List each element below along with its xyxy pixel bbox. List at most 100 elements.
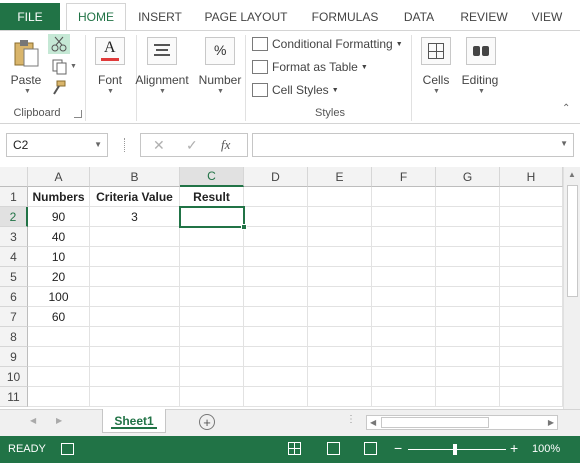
cell-e8[interactable] bbox=[308, 327, 372, 347]
column-header-selected[interactable]: C bbox=[180, 167, 244, 187]
font-button[interactable]: A Font ▼ bbox=[92, 35, 128, 99]
cell-g3[interactable] bbox=[436, 227, 500, 247]
column-header[interactable]: E bbox=[308, 167, 372, 187]
cell-a5[interactable]: 20 bbox=[28, 267, 90, 287]
cell-d1[interactable] bbox=[244, 187, 308, 207]
formula-input[interactable]: ▼ bbox=[252, 133, 574, 157]
copy-button[interactable]: ▼ bbox=[48, 57, 78, 77]
cell-a8[interactable] bbox=[28, 327, 90, 347]
column-header[interactable]: G bbox=[436, 167, 500, 187]
row-header[interactable]: 9 bbox=[0, 347, 28, 367]
conditional-formatting-button[interactable]: Conditional Formatting ▼ bbox=[252, 34, 403, 54]
cancel-icon[interactable]: ✕ bbox=[153, 137, 165, 154]
cell-d7[interactable] bbox=[244, 307, 308, 327]
cell-d5[interactable] bbox=[244, 267, 308, 287]
paste-button[interactable]: Paste ▼ bbox=[8, 35, 44, 99]
vertical-scrollbar[interactable]: ▲ bbox=[563, 167, 580, 409]
cut-button[interactable] bbox=[48, 34, 70, 54]
alignment-button[interactable]: Alignment ▼ bbox=[134, 35, 192, 99]
normal-view-icon[interactable] bbox=[288, 442, 301, 455]
cell-h11[interactable] bbox=[500, 387, 563, 407]
cell-b3[interactable] bbox=[90, 227, 180, 247]
cell-d10[interactable] bbox=[244, 367, 308, 387]
cell-h7[interactable] bbox=[500, 307, 563, 327]
tab-view[interactable]: VIEW bbox=[526, 3, 568, 30]
insert-function-icon[interactable]: fx bbox=[221, 137, 230, 153]
editing-button[interactable]: Editing ▼ bbox=[458, 35, 504, 99]
cell-d2[interactable] bbox=[244, 207, 308, 227]
cell-g9[interactable] bbox=[436, 347, 500, 367]
cell-a9[interactable] bbox=[28, 347, 90, 367]
column-header[interactable]: F bbox=[372, 167, 436, 187]
cell-c3[interactable] bbox=[180, 227, 244, 247]
cell-d9[interactable] bbox=[244, 347, 308, 367]
cell-d3[interactable] bbox=[244, 227, 308, 247]
cell-d4[interactable] bbox=[244, 247, 308, 267]
cell-h1[interactable] bbox=[500, 187, 563, 207]
scroll-up-icon[interactable]: ▲ bbox=[568, 170, 576, 179]
scroll-left-icon[interactable]: ◀ bbox=[370, 418, 376, 427]
row-header[interactable]: 4 bbox=[0, 247, 28, 267]
tab-review[interactable]: REVIEW bbox=[455, 3, 513, 30]
zoom-out-icon[interactable]: − bbox=[394, 440, 402, 456]
paste-dropdown-icon[interactable]: ▼ bbox=[24, 88, 31, 95]
row-header[interactable]: 3 bbox=[0, 227, 28, 247]
row-header[interactable]: 8 bbox=[0, 327, 28, 347]
cell-b9[interactable] bbox=[90, 347, 180, 367]
cell-a2[interactable]: 90 bbox=[28, 207, 90, 227]
row-header-selected[interactable]: 2 bbox=[0, 207, 28, 227]
cell-b7[interactable] bbox=[90, 307, 180, 327]
cell-f10[interactable] bbox=[372, 367, 436, 387]
cell-h4[interactable] bbox=[500, 247, 563, 267]
cell-d11[interactable] bbox=[244, 387, 308, 407]
format-painter-button[interactable] bbox=[48, 79, 70, 99]
fill-handle[interactable] bbox=[241, 224, 247, 230]
row-header[interactable]: 7 bbox=[0, 307, 28, 327]
cell-d6[interactable] bbox=[244, 287, 308, 307]
enter-icon[interactable]: ✓ bbox=[186, 137, 198, 154]
next-sheet-icon[interactable]: ▶ bbox=[56, 416, 62, 425]
cell-f9[interactable] bbox=[372, 347, 436, 367]
cell-a6[interactable]: 100 bbox=[28, 287, 90, 307]
cell-a7[interactable]: 60 bbox=[28, 307, 90, 327]
cell-a11[interactable] bbox=[28, 387, 90, 407]
cell-f7[interactable] bbox=[372, 307, 436, 327]
format-as-table-button[interactable]: Format as Table ▼ bbox=[252, 57, 368, 77]
cell-e3[interactable] bbox=[308, 227, 372, 247]
cell-g11[interactable] bbox=[436, 387, 500, 407]
zoom-in-icon[interactable]: + bbox=[510, 440, 518, 456]
name-box[interactable]: C2 ▼ bbox=[6, 133, 108, 157]
zoom-level[interactable]: 100% bbox=[532, 443, 560, 455]
cell-styles-button[interactable]: Cell Styles ▼ bbox=[252, 80, 339, 100]
cell-c8[interactable] bbox=[180, 327, 244, 347]
clipboard-launcher-icon[interactable] bbox=[74, 110, 82, 118]
prev-sheet-icon[interactable]: ◀ bbox=[30, 416, 36, 425]
tab-home[interactable]: HOME bbox=[66, 3, 126, 31]
row-header[interactable]: 1 bbox=[0, 187, 28, 207]
cell-g8[interactable] bbox=[436, 327, 500, 347]
cell-h3[interactable] bbox=[500, 227, 563, 247]
cell-c6[interactable] bbox=[180, 287, 244, 307]
cells-button[interactable]: Cells ▼ bbox=[416, 35, 456, 99]
cell-b4[interactable] bbox=[90, 247, 180, 267]
sheet-tab-sheet1[interactable]: Sheet1 bbox=[102, 409, 166, 433]
cell-a3[interactable]: 40 bbox=[28, 227, 90, 247]
cell-c5[interactable] bbox=[180, 267, 244, 287]
formula-bar-grip-icon[interactable] bbox=[124, 138, 127, 152]
cell-h9[interactable] bbox=[500, 347, 563, 367]
column-header[interactable]: A bbox=[28, 167, 90, 187]
cell-g1[interactable] bbox=[436, 187, 500, 207]
cell-h6[interactable] bbox=[500, 287, 563, 307]
cell-h8[interactable] bbox=[500, 327, 563, 347]
new-sheet-button[interactable]: + bbox=[199, 414, 215, 430]
cell-b2[interactable]: 3 bbox=[90, 207, 180, 227]
cell-a10[interactable] bbox=[28, 367, 90, 387]
cell-g7[interactable] bbox=[436, 307, 500, 327]
zoom-slider[interactable] bbox=[408, 444, 506, 455]
cell-e2[interactable] bbox=[308, 207, 372, 227]
number-button[interactable]: % Number ▼ bbox=[198, 35, 244, 99]
tab-insert[interactable]: INSERT bbox=[130, 3, 190, 30]
column-header[interactable]: B bbox=[90, 167, 180, 187]
zoom-slider-thumb[interactable] bbox=[453, 444, 457, 455]
cell-h10[interactable] bbox=[500, 367, 563, 387]
